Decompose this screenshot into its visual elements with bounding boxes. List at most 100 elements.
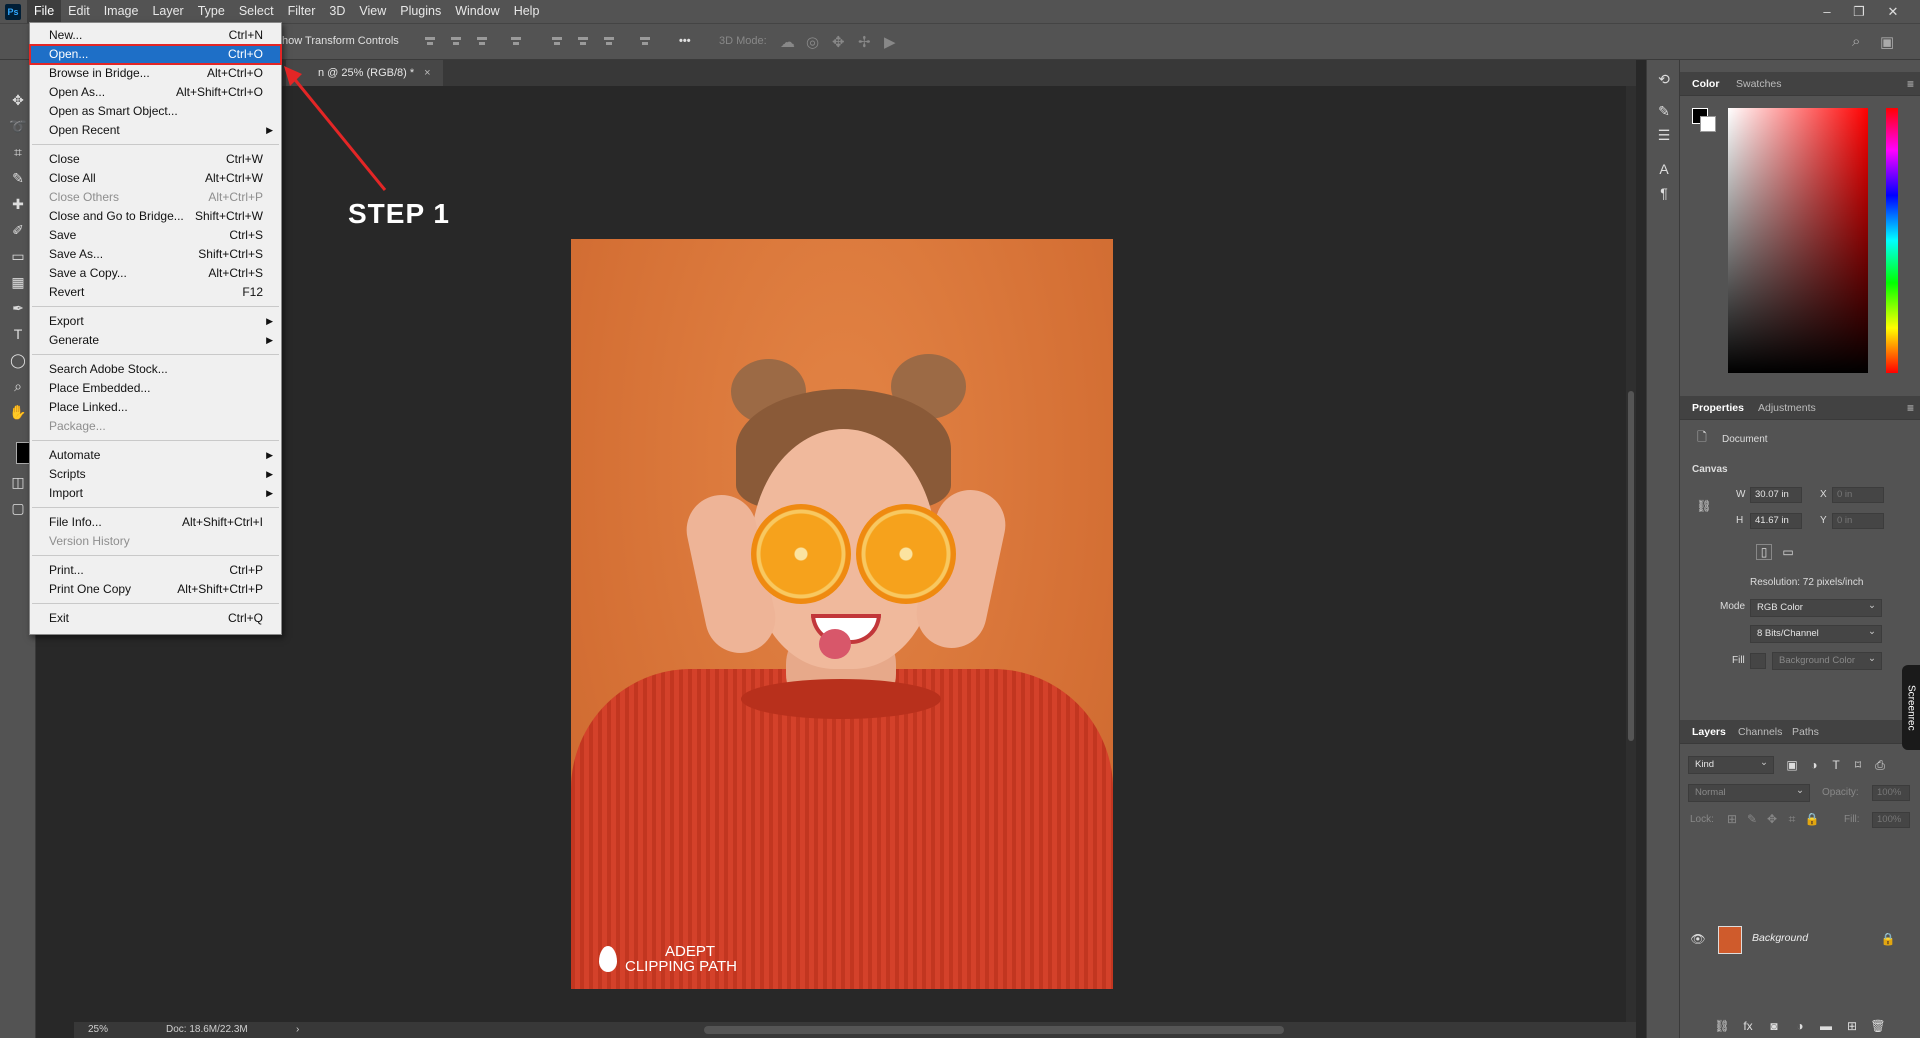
brush-tool-icon[interactable]: ✐	[8, 220, 28, 240]
paragraph-icon[interactable]: ¶	[1655, 184, 1673, 202]
eyedropper-tool-icon[interactable]: ✎	[8, 168, 28, 188]
healing-brush-icon[interactable]: ✚	[8, 194, 28, 214]
file-menu-item-close-all[interactable]: Close All Alt+Ctrl+W	[30, 169, 281, 188]
vertical-scroll-thumb[interactable]	[1628, 391, 1634, 741]
menu-help[interactable]: Help	[507, 0, 547, 23]
menu-layer[interactable]: Layer	[145, 0, 190, 23]
align-left-icon[interactable]	[423, 34, 437, 48]
landscape-orientation-icon[interactable]: ▭	[1780, 544, 1796, 560]
width-input[interactable]: 30.07 in	[1750, 487, 1802, 503]
shape-tool-icon[interactable]: ◯	[8, 350, 28, 370]
filter-type-icon[interactable]: T	[1828, 757, 1844, 773]
show-transform-controls-label[interactable]: how Transform Controls	[282, 35, 399, 47]
minimize-button[interactable]: –	[1812, 0, 1842, 23]
file-menu-item-automate[interactable]: Automate ▶	[30, 446, 281, 465]
mode-select[interactable]: RGB Color	[1750, 598, 1882, 617]
file-menu-item-save-as[interactable]: Save As... Shift+Ctrl+S	[30, 245, 281, 264]
adjustments-icon[interactable]: ☰	[1655, 126, 1673, 144]
history-icon[interactable]: ⟲	[1655, 70, 1673, 88]
file-menu-item-close-and-go-to-bridge[interactable]: Close and Go to Bridge... Shift+Ctrl+W	[30, 207, 281, 226]
restore-button[interactable]: ❐	[1844, 0, 1874, 23]
file-menu-item-export[interactable]: Export ▶	[30, 312, 281, 331]
vertical-scrollbar[interactable]	[1626, 86, 1636, 1022]
filter-pixel-icon[interactable]: ▣	[1784, 757, 1800, 773]
align-center-icon[interactable]	[449, 34, 463, 48]
filter-shape-icon[interactable]: ⌑	[1850, 757, 1866, 773]
gradient-tool-icon[interactable]: ▦	[8, 272, 28, 292]
menu-edit[interactable]: Edit	[61, 0, 97, 23]
lock-artboard-icon[interactable]: ⌗	[1784, 811, 1800, 827]
menu-file[interactable]: File	[27, 0, 62, 23]
distribute-vertical-icon[interactable]	[638, 34, 652, 48]
zoom-level[interactable]: 25%	[88, 1024, 108, 1035]
menu-3d[interactable]: 3D	[322, 0, 352, 23]
file-menu-item-print[interactable]: Print... Ctrl+P	[30, 561, 281, 580]
tab-color[interactable]: Color	[1692, 72, 1719, 96]
3d-slide-icon[interactable]: ✢	[858, 33, 871, 51]
menu-filter[interactable]: Filter	[281, 0, 323, 23]
file-menu-item-close[interactable]: Close Ctrl+W	[30, 150, 281, 169]
pen-tool-icon[interactable]: ✒	[8, 298, 28, 318]
close-window-button[interactable]: ✕	[1878, 0, 1908, 23]
file-menu-item-print-one-copy[interactable]: Print One Copy Alt+Shift+Ctrl+P	[30, 580, 281, 599]
status-arrow-icon[interactable]: ›	[296, 1024, 299, 1035]
align-top-icon[interactable]	[550, 34, 564, 48]
lock-image-icon[interactable]: ✎	[1744, 811, 1760, 827]
3d-camera-icon[interactable]: ▶	[884, 33, 896, 51]
tab-swatches[interactable]: Swatches	[1736, 72, 1782, 96]
file-menu-item-exit[interactable]: Exit Ctrl+Q	[30, 609, 281, 628]
tab-close-icon[interactable]: ×	[424, 60, 430, 86]
align-bottom-icon[interactable]	[602, 34, 616, 48]
delete-layer-icon[interactable]: 🗑	[1870, 1018, 1886, 1034]
layer-name[interactable]: Background	[1752, 932, 1808, 944]
fill-color-swatch[interactable]	[1750, 653, 1766, 669]
file-menu-item-generate[interactable]: Generate ▶	[30, 331, 281, 350]
tab-channels[interactable]: Channels	[1738, 720, 1782, 744]
layer-kind-filter[interactable]: Kind	[1688, 755, 1774, 774]
file-menu-item-scripts[interactable]: Scripts ▶	[30, 465, 281, 484]
screenrec-badge[interactable]: Screenrec	[1902, 665, 1920, 750]
height-input[interactable]: 41.67 in	[1750, 513, 1802, 529]
file-menu-item-save[interactable]: Save Ctrl+S	[30, 226, 281, 245]
tab-properties[interactable]: Properties	[1692, 396, 1744, 420]
hand-tool-icon[interactable]: ✋	[8, 402, 28, 422]
bits-select[interactable]: 8 Bits/Channel	[1750, 624, 1882, 643]
doc-size[interactable]: Doc: 18.6M/22.3M	[166, 1024, 248, 1035]
file-menu-item-import[interactable]: Import ▶	[30, 484, 281, 503]
canvas-section-header[interactable]: Canvas	[1692, 464, 1728, 475]
3d-drag-icon[interactable]: ✥	[832, 33, 845, 51]
3d-roll-icon[interactable]: ◎	[806, 33, 819, 51]
file-menu-item-search-adobe-stock[interactable]: Search Adobe Stock...	[30, 360, 281, 379]
file-menu-item-place-embedded[interactable]: Place Embedded...	[30, 379, 281, 398]
layer-row-background[interactable]: 👁 Background 🔒	[1680, 920, 1910, 958]
portrait-orientation-icon[interactable]: ▯	[1756, 544, 1772, 560]
new-adjustment-layer-icon[interactable]: ◑	[1792, 1018, 1808, 1034]
menu-view[interactable]: View	[352, 0, 393, 23]
y-input[interactable]: 0 in	[1832, 513, 1884, 529]
layer-fill-input[interactable]: 100%	[1872, 812, 1910, 828]
color-picker-field[interactable]	[1728, 108, 1868, 373]
layer-style-fx-icon[interactable]: fx	[1740, 1018, 1756, 1034]
menu-type[interactable]: Type	[191, 0, 232, 23]
file-menu-item-browse-in-bridge[interactable]: Browse in Bridge... Alt+Ctrl+O	[30, 64, 281, 83]
file-menu-item-open-recent[interactable]: Open Recent ▶	[30, 121, 281, 140]
link-layers-icon[interactable]: ⛓	[1714, 1018, 1730, 1034]
more-options-button[interactable]: •••	[679, 35, 691, 47]
quick-mask-icon[interactable]: ◫	[8, 472, 28, 492]
horizontal-scroll-thumb[interactable]	[704, 1026, 1284, 1034]
align-right-icon[interactable]	[475, 34, 489, 48]
link-proportions-icon[interactable]: ⛓	[1696, 498, 1712, 514]
brush-settings-icon[interactable]: ✎	[1655, 102, 1673, 120]
character-icon[interactable]: A	[1655, 160, 1673, 178]
file-menu-item-open-as[interactable]: Open As... Alt+Shift+Ctrl+O	[30, 83, 281, 102]
screen-mode-icon[interactable]: ▢	[8, 498, 28, 518]
new-group-icon[interactable]: ▬	[1818, 1018, 1834, 1034]
tab-adjustments[interactable]: Adjustments	[1758, 396, 1816, 420]
x-input[interactable]: 0 in	[1832, 487, 1884, 503]
add-mask-icon[interactable]: ◙	[1766, 1018, 1782, 1034]
file-menu-item-place-linked[interactable]: Place Linked...	[30, 398, 281, 417]
menu-window[interactable]: Window	[448, 0, 506, 23]
fill-select[interactable]: Background Color	[1772, 651, 1882, 670]
opacity-input[interactable]: 100%	[1872, 785, 1910, 801]
layer-visibility-eye-icon[interactable]: 👁	[1690, 931, 1706, 947]
